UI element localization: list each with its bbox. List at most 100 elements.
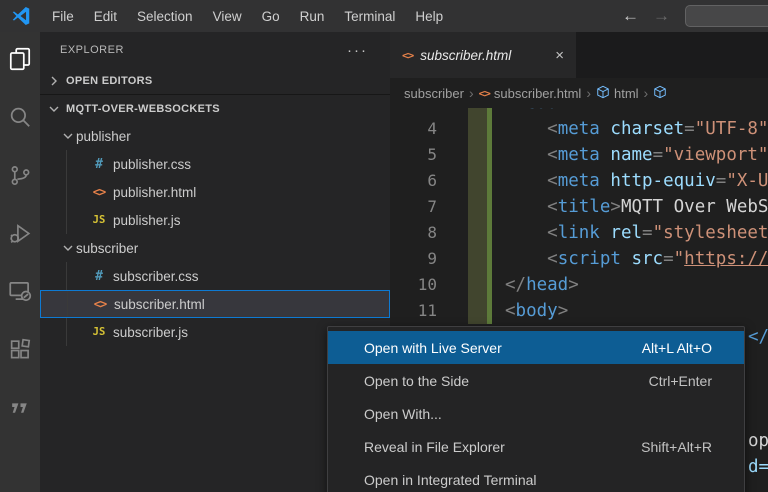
line-number: 8 (427, 223, 437, 242)
css-file-icon: # (95, 268, 103, 284)
sidebar-title: EXPLORER (60, 44, 124, 56)
folder-subscriber[interactable]: subscriber (40, 234, 390, 262)
git-added-gutter-indicator (468, 142, 492, 168)
git-added-gutter-indicator (468, 220, 492, 246)
code-line-8: 8 <link rel="stylesheet" href="subscribe… (390, 220, 768, 246)
menu-item-label: Open in Integrated Terminal (364, 471, 537, 488)
code-line-3: 3<head> (390, 108, 768, 116)
context-menu-item-open-in-integrated-terminal[interactable]: Open in Integrated Terminal (328, 463, 744, 492)
history-navigation: ← → (622, 0, 670, 32)
explorer-icon[interactable] (3, 42, 37, 76)
menu-file[interactable]: File (42, 0, 84, 32)
html-file-icon: <> (93, 297, 107, 311)
context-menu-item-open-with[interactable]: Open With... (328, 397, 744, 430)
menu-item-shortcut: Shift+Alt+R (641, 438, 712, 455)
git-added-gutter-indicator (468, 194, 492, 220)
git-added-gutter-indicator (468, 272, 492, 298)
file-publisher.css[interactable]: # publisher.css (40, 150, 390, 178)
file-subscriber.html[interactable]: <> subscriber.html (40, 290, 390, 318)
tree-item-label: subscriber.css (113, 268, 199, 284)
back-arrow-icon[interactable]: ← (622, 6, 639, 26)
code-line-11: 11 <body> (390, 298, 768, 324)
breadcrumb-item-subscriber[interactable]: subscriber (404, 86, 464, 101)
file-subscriber.css[interactable]: # subscriber.css (40, 262, 390, 290)
search-icon[interactable] (3, 100, 37, 134)
line-number: 9 (427, 249, 437, 268)
vscode-logo-icon (12, 7, 30, 25)
symbol-cube-icon (596, 85, 610, 102)
tab-label: subscriber.html (420, 47, 512, 63)
tree-item-label: publisher.js (113, 212, 181, 228)
breadcrumb-label: subscriber (404, 85, 464, 101)
line-number: 6 (427, 171, 437, 190)
code-fragment: op (748, 431, 768, 451)
context-menu-item-open-with-live-server[interactable]: Open with Live Server Alt+L Alt+O (328, 331, 744, 364)
html-file-icon: <> (402, 48, 414, 62)
activity-bar (0, 32, 40, 492)
breadcrumb-label: html (613, 85, 639, 101)
run-debug-icon[interactable] (3, 216, 37, 250)
menu-help[interactable]: Help (405, 0, 453, 32)
line-number: 3 (390, 108, 437, 116)
close-icon[interactable]: × (553, 47, 566, 64)
more-actions-icon[interactable]: ··· (337, 42, 378, 59)
line-number: 5 (427, 145, 437, 164)
menu-go[interactable]: Go (252, 0, 290, 32)
js-file-icon: JS (92, 326, 106, 338)
open-editors-label: OPEN EDITORS (66, 75, 153, 87)
tree-item-label: subscriber (76, 240, 139, 256)
html-file-icon: <> (92, 185, 106, 199)
context-menu: Open with Live Server Alt+L Alt+O Open to … (327, 326, 745, 492)
file-publisher.js[interactable]: JS publisher.js (40, 206, 390, 234)
folder-publisher[interactable]: publisher (40, 122, 390, 150)
code-fragment: d= (748, 457, 768, 477)
workspace-section[interactable]: MQTT-OVER-WEBSOCKETS (40, 94, 390, 122)
breadcrumb-item-subscriber.html[interactable]: <> subscriber.html (479, 86, 582, 101)
tree-item-label: publisher (76, 128, 131, 144)
chevron-down-icon (60, 128, 76, 144)
menu-selection[interactable]: Selection (127, 0, 203, 32)
menu-item-label: Open With... (364, 405, 442, 422)
chevron-down-icon (46, 101, 62, 117)
symbol-cube-icon (653, 85, 667, 102)
line-number: 11 (417, 301, 437, 320)
code-line-9: 9 <script src="https://unpkg.com/mqtt/di… (390, 246, 768, 272)
vscode-window: File Edit Selection View Go Run Terminal Help ←… (0, 0, 768, 492)
tab-bar: <> subscriber.html × (390, 32, 768, 78)
command-center-search-box[interactable] (685, 5, 768, 27)
code-line-6: 6 <meta http-equiv="X-UA-Compatible" (390, 168, 768, 194)
tree-item-label: subscriber.js (113, 324, 189, 340)
title-bar: File Edit Selection View Go Run Terminal Help ←… (0, 0, 768, 32)
breadcrumb: subscriber › <> subscriber.html › html › (390, 78, 768, 108)
open-editors-section[interactable]: OPEN EDITORS (40, 68, 390, 94)
breadcrumb-item-html[interactable]: html (596, 85, 639, 102)
git-added-gutter-indicator (468, 108, 492, 116)
js-file-icon: JS (92, 214, 106, 226)
breadcrumb-separator-icon: › (468, 85, 474, 101)
code-line-10: 10 </head> (390, 272, 768, 298)
menu-item-label: Open with Live Server (364, 339, 502, 356)
menu-view[interactable]: View (203, 0, 252, 32)
context-menu-item-reveal-in-file-explorer[interactable]: Reveal in File Explorer Shift+Alt+R (328, 430, 744, 463)
tree-item-label: subscriber.html (114, 296, 205, 312)
remote-explorer-icon[interactable] (3, 274, 37, 308)
quotes-extension-icon[interactable] (3, 390, 37, 424)
forward-arrow-icon[interactable]: → (653, 6, 670, 26)
git-added-gutter-indicator (468, 298, 492, 324)
breadcrumb-item[interactable] (653, 85, 667, 102)
menu-edit[interactable]: Edit (84, 0, 127, 32)
code-fragment: </ (748, 327, 768, 347)
code-line-5: 5 <meta name="viewport" content="width=d… (390, 142, 768, 168)
menu-run[interactable]: Run (290, 0, 335, 32)
menu-item-shortcut: Alt+L Alt+O (641, 339, 712, 356)
context-menu-item-open-to-the-side[interactable]: Open to the Side Ctrl+Enter (328, 364, 744, 397)
menu-terminal[interactable]: Terminal (334, 0, 405, 32)
source-control-icon[interactable] (3, 158, 37, 192)
tab-subscriber-html[interactable]: <> subscriber.html × (390, 32, 576, 78)
extensions-icon[interactable] (3, 332, 37, 366)
file-publisher.html[interactable]: <> publisher.html (40, 178, 390, 206)
line-number: 7 (427, 197, 437, 216)
tree-item-label: publisher.html (113, 184, 197, 200)
workspace-label: MQTT-OVER-WEBSOCKETS (66, 102, 220, 115)
css-file-icon: # (95, 156, 103, 172)
